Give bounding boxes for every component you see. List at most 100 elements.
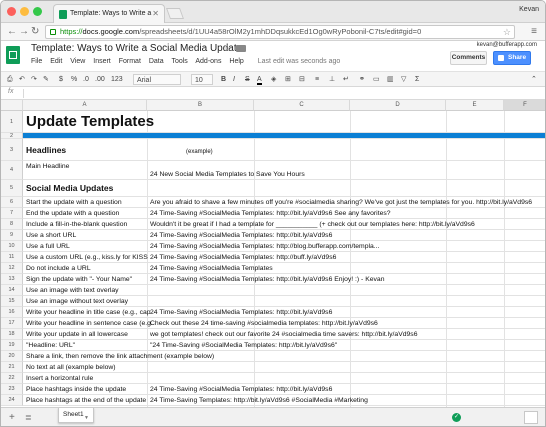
cell-a23[interactable]: Place hashtags inside the update	[23, 384, 126, 395]
row-header-20[interactable]: 20	[1, 351, 23, 362]
row-header-9[interactable]: 9	[1, 230, 23, 241]
formula-bar[interactable]: fx	[1, 87, 545, 100]
row-header-15[interactable]: 15	[1, 296, 23, 307]
decrease-decimal-button[interactable]: .0	[83, 74, 89, 85]
menu-insert[interactable]: Insert	[93, 58, 111, 65]
sheet-menu-icon[interactable]: ▼	[84, 412, 89, 425]
row-header-24[interactable]: 24	[1, 395, 23, 406]
star-icon[interactable]: ☆	[223, 43, 231, 54]
merge-cells-icon[interactable]: ⊟	[299, 74, 305, 85]
cell-a5[interactable]: Social Media Updates	[23, 180, 113, 197]
row-header-23[interactable]: 23	[1, 384, 23, 395]
row-header-22[interactable]: 22	[1, 373, 23, 384]
cell-b23[interactable]: 24 Time-Saving #SocialMedia Templates: h…	[147, 384, 332, 395]
zoom-window-icon[interactable]	[33, 7, 42, 16]
last-edit-status[interactable]: Last edit was seconds ago	[258, 58, 341, 65]
menu-file[interactable]: File	[31, 58, 42, 65]
cell-a22[interactable]: Insert a horizontal rule	[23, 373, 93, 384]
column-header-f[interactable]: F	[504, 100, 545, 111]
url-input[interactable]: https://docs.google.com/spreadsheets/d/1…	[45, 25, 515, 39]
font-select[interactable]: Arial	[133, 74, 181, 85]
row-header-19[interactable]: 19	[1, 340, 23, 351]
column-header-a[interactable]: A	[23, 100, 147, 111]
print-icon[interactable]: ⎙	[7, 74, 13, 85]
increase-decimal-button[interactable]: .00	[95, 74, 105, 85]
menu-format[interactable]: Format	[119, 58, 141, 65]
number-format-button[interactable]: 123	[111, 74, 123, 85]
sheet-tab[interactable]: Sheet1 ▼	[58, 408, 94, 423]
row-header-17[interactable]: 17	[1, 318, 23, 329]
cell-a1[interactable]: Update Templates	[23, 111, 154, 133]
cell-a8[interactable]: Include a fill-in-the-blank question	[23, 219, 127, 230]
row-header-5[interactable]: 5	[1, 180, 23, 197]
comments-button[interactable]: Comments	[450, 51, 487, 65]
align-left-icon[interactable]: ≡	[315, 74, 319, 85]
cell-b2[interactable]	[147, 133, 150, 139]
undo-icon[interactable]: ↶	[19, 74, 25, 85]
column-header-b[interactable]: B	[147, 100, 254, 111]
row-header-7[interactable]: 7	[1, 208, 23, 219]
cell-a19[interactable]: "Headline: URL"	[23, 340, 75, 351]
row-header-18[interactable]: 18	[1, 329, 23, 340]
comment-icon[interactable]: ▭	[373, 74, 380, 85]
cell-b8[interactable]: Wouldn't it be great if I had a template…	[147, 219, 475, 230]
bold-button[interactable]: B	[221, 74, 226, 85]
spreadsheet-grid[interactable]: A B C D E F 1 Update Templates 2 3 Headlines…	[1, 100, 545, 407]
column-header-d[interactable]: D	[350, 100, 446, 111]
column-header-e[interactable]: E	[446, 100, 504, 111]
wrap-text-icon[interactable]: ↵	[343, 74, 349, 85]
italic-button[interactable]: I	[233, 74, 235, 85]
browser-menu-icon[interactable]: ≡	[531, 26, 537, 37]
cell-a4[interactable]: Main Headline	[23, 161, 69, 180]
close-window-icon[interactable]	[7, 7, 16, 16]
redo-icon[interactable]: ↷	[31, 74, 37, 85]
row-header-12[interactable]: 12	[1, 263, 23, 274]
browser-tab[interactable]: Template: Ways to Write a ✕	[53, 4, 165, 23]
cell-a17[interactable]: Write your headline in sentence case (e.…	[23, 318, 153, 329]
cell-b11[interactable]: 24 Time-Saving #SocialMedia Templates: h…	[147, 252, 336, 263]
cell-a18[interactable]: Write your update in all lowercase	[23, 329, 128, 340]
row-header-4[interactable]: 4	[1, 161, 23, 180]
link-icon[interactable]: ⚭	[359, 74, 365, 85]
cell-b4[interactable]: 24 New Social Media Templates to Save Yo…	[147, 161, 305, 180]
cell-b15[interactable]	[147, 296, 150, 307]
cell-a21[interactable]: No text at all (example below)	[23, 362, 116, 373]
new-tab-button[interactable]	[165, 8, 185, 19]
cell-b10[interactable]: 24 Time-Saving #SocialMedia Templates: h…	[147, 241, 379, 252]
cell-b1[interactable]	[147, 111, 150, 133]
back-icon[interactable]: ←	[7, 26, 17, 37]
bookmark-star-icon[interactable]: ☆	[503, 26, 511, 38]
cell-b13[interactable]: 24 Time-Saving #SocialMedia Templates: h…	[147, 274, 385, 285]
menu-tools[interactable]: Tools	[171, 58, 187, 65]
cell-a12[interactable]: Do not include a URL	[23, 263, 91, 274]
row-header-3[interactable]: 3	[1, 139, 23, 161]
forward-icon[interactable]: →	[19, 26, 29, 37]
collapse-toolbar-icon[interactable]: ⌃	[531, 74, 537, 85]
browser-user[interactable]: Kevan	[519, 6, 539, 13]
cell-b21[interactable]	[147, 362, 150, 373]
row-header-13[interactable]: 13	[1, 274, 23, 285]
cell-b12[interactable]: 24 Time-Saving #SocialMedia Templates	[147, 263, 273, 274]
cell-b7[interactable]: 24 Time-Saving #SocialMedia Templates: h…	[147, 208, 391, 219]
menu-help[interactable]: Help	[229, 58, 243, 65]
row-header-14[interactable]: 14	[1, 285, 23, 296]
row-header-1[interactable]: 1	[1, 111, 23, 133]
cell-a3[interactable]: Headlines	[23, 139, 66, 161]
cell-a13[interactable]: Sign the update with "- Your Name"	[23, 274, 132, 285]
cell-a9[interactable]: Use a short URL	[23, 230, 76, 241]
cell-b6[interactable]: Are you afraid to shave a few minutes of…	[147, 197, 532, 208]
cell-b5[interactable]	[147, 180, 150, 197]
sheets-logo-icon[interactable]	[6, 46, 20, 64]
row-header-16[interactable]: 16	[1, 307, 23, 318]
chart-icon[interactable]: ▥	[387, 74, 394, 85]
row-header-6[interactable]: 6	[1, 197, 23, 208]
close-tab-icon[interactable]: ✕	[152, 9, 159, 18]
cell-a11[interactable]: Use a custom URL (e.g., kiss.ly for KISS	[23, 252, 148, 263]
percent-button[interactable]: %	[71, 74, 77, 85]
cell-b9[interactable]: 24 Time-Saving #SocialMedia Templates: h…	[147, 230, 332, 241]
cell-b18[interactable]: we got templates! check out our favorite…	[147, 329, 417, 340]
reload-icon[interactable]: ↻	[31, 26, 39, 37]
menu-view[interactable]: View	[70, 58, 85, 65]
row-header-10[interactable]: 10	[1, 241, 23, 252]
column-header-c[interactable]: C	[254, 100, 350, 111]
